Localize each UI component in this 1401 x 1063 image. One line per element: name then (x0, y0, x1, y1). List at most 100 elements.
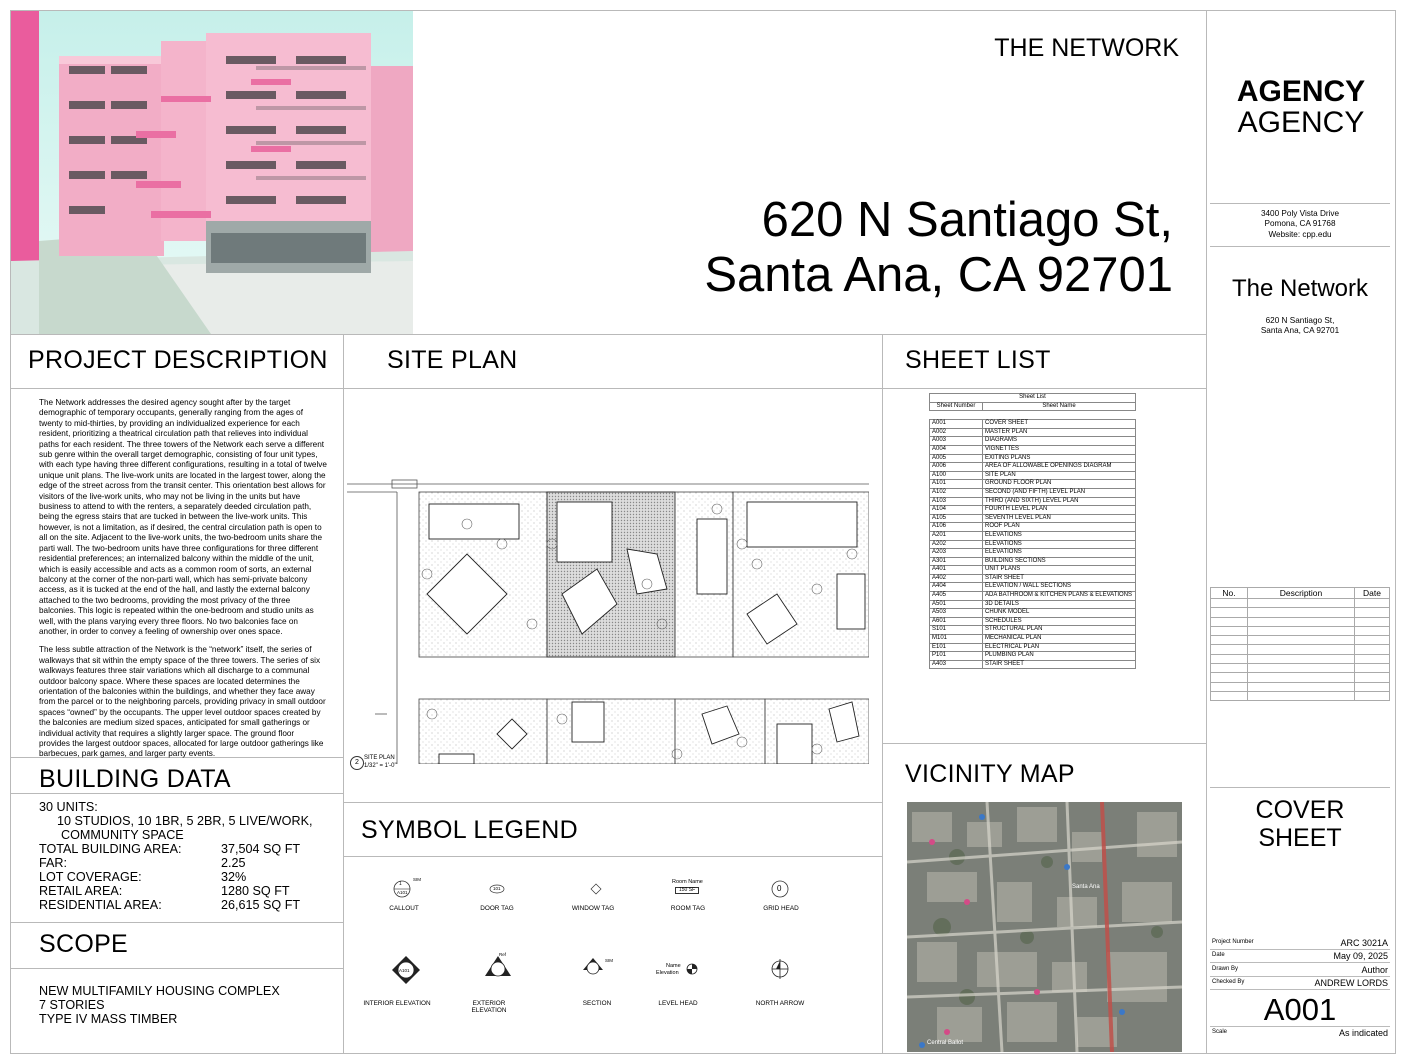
sheet-number-cell: A001 (929, 419, 983, 429)
revision-row (1210, 625, 1390, 637)
building-data-heading: BUILDING DATA (39, 765, 231, 793)
revision-row (1210, 681, 1390, 692)
sheet-list-row: E101 ELECTRICAL PLAN (929, 642, 1136, 653)
sheet-list-row: A005 EXITING PLANS (929, 453, 1136, 464)
checked-by: ANDREW LORDS (1314, 978, 1388, 988)
site-plan-tag-name: SITE PLAN (364, 755, 395, 761)
sheet-name-cell: STAIR SHEET (982, 573, 1136, 584)
sheet-list-title: Sheet List (929, 393, 1136, 403)
sheet-list-row: A103 THIRD (AND SIXTH) LEVEL PLAN (929, 496, 1136, 507)
revision-cell (1247, 644, 1355, 655)
sheet-list-row: A402 STAIR SHEET (929, 573, 1136, 584)
agency-logo-line-2: AGENCY (1237, 106, 1365, 139)
building-data-row: RESIDENTIAL AREA: 26,615 SQ FT (39, 898, 339, 912)
sheet-name-cell: COVER SHEET (982, 419, 1136, 429)
sheet-list-row: A405 ADA BATHROOM & KITCHEN PLANS & ELEVA… (929, 591, 1136, 601)
revision-cell (1210, 653, 1248, 665)
sheet-list-row: A104 FOURTH LEVEL PLAN (929, 505, 1136, 515)
revision-cell (1247, 653, 1355, 665)
sheet-name-cell: STRUCTURAL PLAN (982, 625, 1136, 636)
revision-cell (1210, 607, 1248, 618)
building-data-row: RETAIL AREA: 1280 SQ FT (39, 884, 339, 898)
sheet-number-cell: A003 (929, 436, 983, 446)
map-label-santa-ana: Santa Ana (1072, 884, 1100, 890)
sheet-number-cell: A104 (929, 505, 983, 515)
row-value: 32% (221, 870, 247, 884)
date-row: Date May 09, 2025 (1210, 950, 1390, 963)
vicinity-map-heading: VICINITY MAP (905, 760, 1075, 788)
sheet-list-row: M101 MECHANICAL PLAN (929, 634, 1136, 644)
date-label: Date (1212, 952, 1225, 958)
revision-cell (1354, 597, 1390, 609)
revision-table: No. Description Date (1210, 587, 1390, 702)
sheet-title-line-1: COVER (1255, 796, 1345, 824)
window-tag-icon (590, 883, 602, 895)
revision-row (1210, 653, 1390, 665)
site-plan-tag: 2 SITE PLAN 1/32" = 1'-0" (350, 754, 430, 774)
revision-cell (1247, 681, 1355, 692)
row-value: 1280 SQ FT (221, 884, 290, 898)
sheet-list-table: Sheet List Sheet Number Sheet Name A001 C… (929, 393, 1136, 670)
site-plan-tag-scale: 1/32" = 1'-0" (364, 763, 397, 769)
sheet-list-row: A301 BUILDING SECTIONS (929, 556, 1136, 567)
sheet-number-cell: A401 (929, 565, 983, 575)
sheet-list-row: A100 SITE PLAN (929, 470, 1136, 481)
map-label-central: Central Ballot (927, 1040, 964, 1046)
revision-cell (1354, 653, 1390, 665)
sheet-list-row: A004 VIGNETTES (929, 444, 1136, 455)
sheet-list-row: A404 ELEVATION / WALL SECTIONS (929, 582, 1136, 593)
sheet-number-cell: A403 (929, 659, 983, 670)
rev-col-date: Date (1354, 587, 1390, 599)
sheet-number-cell: A101 (929, 479, 983, 489)
room-tag-name: Room Name (672, 879, 703, 885)
callout-ref: A101 (397, 890, 408, 895)
row-key: LOT COVERAGE: (39, 870, 142, 884)
address-line-2: Santa Ana, CA 92701 (704, 248, 1173, 302)
sheet-list-row: A101 GROUND FLOOR PLAN (929, 479, 1136, 489)
revision-cell (1354, 672, 1390, 683)
revision-cell (1354, 663, 1390, 674)
door-tag-num: 101 (493, 886, 501, 891)
revision-cell (1210, 681, 1248, 692)
room-tag-area: 150 SF (675, 887, 700, 894)
callout-label: CALLOUT (389, 905, 419, 912)
revision-cell (1354, 690, 1390, 702)
sheet-name-cell: ELEVATIONS (982, 539, 1136, 550)
sheet-number-cell: A301 (929, 556, 983, 567)
revision-row (1210, 607, 1390, 618)
sheet-number-cell: A503 (929, 608, 983, 618)
sheet-number-cell: A002 (929, 427, 983, 438)
revision-cell (1354, 635, 1390, 646)
row-key: RESIDENTIAL AREA: (39, 898, 162, 912)
sheet-list-row: A105 SEVENTH LEVEL PLAN (929, 513, 1136, 524)
project-number: ARC 3021A (1340, 938, 1388, 948)
sheet-number-cell: A102 (929, 487, 983, 498)
callout-num: 1 (399, 881, 402, 887)
revision-row (1210, 635, 1390, 646)
sheet-number-cell: A103 (929, 496, 983, 507)
description-paragraph-1: The Network addresses the desired agency… (39, 398, 327, 636)
checked-by-label: Checked By (1212, 979, 1245, 985)
sheet-number-cell: A006 (929, 462, 983, 472)
revision-cell (1247, 607, 1355, 618)
project-number-label: Project Number (1212, 939, 1254, 945)
col-sheet-name: Sheet Name (982, 401, 1136, 412)
exterior-elevation-ref: Ref (499, 952, 507, 957)
sheet-number-cell: A203 (929, 548, 983, 558)
col-sheet-number: Sheet Number (929, 401, 983, 412)
building-data: 30 UNITS: 10 STUDIOS, 10 1BR, 5 2BR, 5 L… (39, 800, 339, 912)
scale-row: Scale As indicated (1210, 1026, 1390, 1039)
sheet-name-cell: AREA OF ALLOWABLE OPENINGS DIAGRAM (982, 462, 1136, 472)
sheet-name-cell: MECHANICAL PLAN (982, 634, 1136, 644)
row-value: 2.25 (221, 856, 246, 870)
revision-row (1210, 644, 1390, 655)
revision-cell (1354, 644, 1390, 655)
revision-row (1210, 672, 1390, 683)
rev-col-desc: Description (1247, 587, 1355, 599)
sheet-number-cell: A106 (929, 522, 983, 532)
drawn-by-label: Drawn By (1212, 966, 1239, 972)
sheet-name-cell: SEVENTH LEVEL PLAN (982, 513, 1136, 524)
sheet-name-cell: SCHEDULES (982, 616, 1136, 627)
row-key: TOTAL BUILDING AREA: (39, 842, 182, 856)
rev-col-no: No. (1210, 587, 1248, 599)
